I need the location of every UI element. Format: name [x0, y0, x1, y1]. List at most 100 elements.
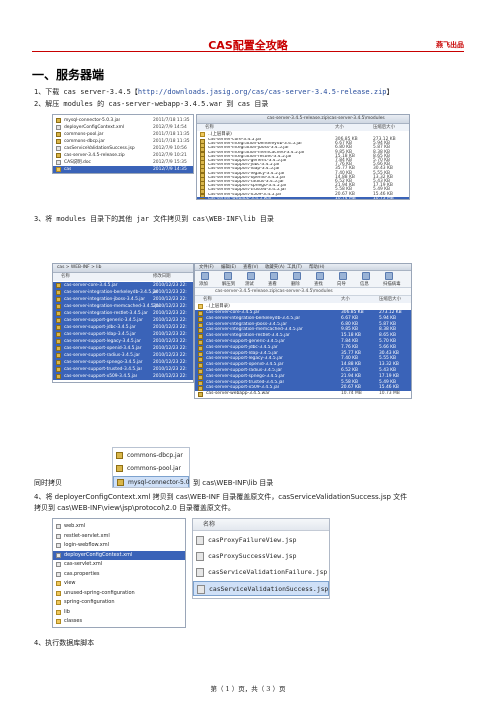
file-row[interactable]: cas-server-support-legacy-3.4.5.jar 2010/… — [53, 338, 193, 345]
tree-item[interactable]: deployerConfigContext.xml — [53, 550, 185, 560]
file-row[interactable]: cas-server-integration-restlet-3.4.5.jar… — [53, 310, 193, 317]
file-row[interactable]: casServiceValidationSuccess.jsp 2012/7/9 … — [53, 145, 193, 152]
up-dir-row[interactable]: ..(上层目录) — [195, 303, 411, 310]
file-row[interactable]: deployerConfigContext.xml 2012/7/9 14:54 — [53, 124, 193, 131]
toolbar-button-icon[interactable] — [339, 272, 347, 280]
jsp-file-row[interactable]: casServiceValidationFailure.jsp — [193, 565, 329, 580]
jsp-file-icon — [196, 552, 204, 561]
file-name: commons-pool.jar — [127, 465, 181, 472]
file-row[interactable]: cas-server-integration-berkeleydb-3.4.5.… — [53, 289, 193, 296]
file-icon — [56, 153, 61, 158]
file-row[interactable]: cas-server-3.4.5-release.zip 2012/7/9 10:… — [53, 152, 193, 159]
jsp-file-icon — [196, 536, 204, 545]
file-date: 2010/12/23 22: — [153, 360, 187, 365]
toolbar-button-icon[interactable] — [247, 272, 255, 280]
file-date: 2012/7/9 10:56 — [153, 146, 187, 151]
menu-item[interactable]: 工具(T) — [287, 264, 302, 270]
file-name: cas-server-support-radius-3.4.5.jar — [64, 353, 141, 358]
file-date: 2010/12/23 22: — [153, 332, 187, 337]
file-name: cas-server-support-spnego-3.4.5.jar — [64, 360, 143, 365]
file-date: 2012/7/9 10:21 — [153, 153, 187, 158]
file-icon — [56, 146, 61, 151]
file-row[interactable]: cas-server-support-trusted-3.4.5.jar 2010… — [53, 366, 193, 373]
file-row[interactable]: cas-server-integration-jboss-3.4.5.jar 20… — [53, 296, 193, 303]
toolbar-button-icon[interactable] — [385, 272, 393, 280]
file-row[interactable]: mysql-connector-5.0.3.jar — [113, 476, 189, 487]
tree-item-label: login-webflow.xml — [64, 542, 109, 548]
jsp-file-row[interactable]: casProxySuccessView.jsp — [193, 549, 329, 564]
file-icon — [56, 543, 61, 548]
file-row[interactable]: cas 2012/7/9 14:35 — [53, 166, 193, 173]
toolbar-button-icon[interactable] — [201, 272, 209, 280]
file-row[interactable]: cas-server-support-jdbc-3.4.5.jar 2010/12… — [53, 324, 193, 331]
toolbar-button-icon[interactable] — [224, 272, 232, 280]
file-row[interactable]: cas-server-support-ldap-3.4.5.jar 2010/12… — [53, 331, 193, 338]
archive-address-bar[interactable]: cas-server-3.4.5-release.zip\cas-server-… — [195, 288, 411, 296]
jsp-list-header: 名称 — [193, 519, 329, 531]
toolbar-button-icon[interactable] — [293, 272, 301, 280]
file-date: 2010/12/23 22: — [153, 311, 187, 316]
file-row[interactable]: cas-server-support-x509-3.4.5.jar 2010/12… — [53, 373, 193, 380]
tree-item[interactable]: cas-servlet.xml — [53, 560, 185, 569]
folder-icon — [56, 609, 61, 615]
tree-item[interactable]: view — [53, 579, 185, 588]
explorer-path: cas > WEB-INF > lib — [57, 265, 102, 270]
file-row[interactable]: cas-server-webapp-3.4.5.war 10.74 MB 10.73… — [195, 391, 411, 398]
file-row[interactable]: cas-server-core-3.4.5.jar 2010/12/23 22: — [53, 282, 193, 289]
jsp-file-icon — [196, 568, 204, 577]
archive-path-bar: cas-server-3.4.5-release.zip\cas-server-… — [197, 115, 409, 124]
file-date: 2010/12/23 22: — [153, 346, 187, 351]
tree-item-label: spring-configuration — [64, 599, 115, 605]
file-row[interactable]: mysql-connector-5.0.3.jar 2011/7/18 11:35 — [53, 117, 193, 124]
jsp-file-row[interactable]: casServiceValidationSuccess.jsp — [193, 581, 329, 596]
file-name: cas-server-webapp-3.4.5.war — [206, 391, 270, 397]
explorer-path-bar: cas > WEB-INF > lib — [53, 264, 193, 273]
section-heading: 一、服务器端 — [32, 68, 105, 82]
file-row[interactable]: cas-server-support-radius-3.4.5.jar 2010/… — [53, 352, 193, 359]
tree-item[interactable]: restlet-servlet.xml — [53, 532, 185, 541]
file-row[interactable]: cas-server-support-generic-3.4.5.jar 2010… — [53, 317, 193, 324]
file-icon — [56, 118, 61, 123]
file-row[interactable]: commons-pool.jar — [113, 463, 189, 475]
file-date: 2011/7/18 11:35 — [153, 132, 190, 137]
tree-item[interactable]: login-webflow.xml — [53, 541, 185, 550]
menu-item[interactable]: 编辑(E) — [221, 264, 236, 270]
file-row[interactable]: cas-server-support-openid-3.4.5.jar 2010/… — [53, 345, 193, 352]
step-2: 2、解压 modules 的 cas-server-webapp-3.4.5.w… — [34, 100, 269, 108]
file-row[interactable]: commons-dbcp.jar 2011/7/18 11:35 — [53, 138, 193, 145]
folder-icon — [56, 581, 61, 586]
menu-item[interactable]: 帮助(H) — [309, 264, 325, 270]
menu-item[interactable]: 收藏夹(A) — [265, 264, 285, 270]
file-row[interactable]: CAS说明.doc 2012/7/9 15:35 — [53, 159, 193, 166]
menu-item[interactable]: 查看(V) — [243, 264, 258, 270]
archive-screenshot-1: cas-server-3.4.5-release.zip\cas-server-… — [196, 114, 410, 200]
menu-item[interactable]: 文件(F) — [199, 264, 214, 270]
file-date: 2011/7/18 11:35 — [153, 118, 190, 123]
col-size: 大小 — [341, 297, 350, 302]
toolbar-button-icon[interactable] — [270, 272, 278, 280]
file-row[interactable]: cas-server-webapp-3.4.5.war 10.74 MB 10.73… — [197, 196, 409, 199]
file-icon — [56, 374, 61, 379]
file-row[interactable]: cas-server-integration-memcached-3.4.5.j… — [53, 303, 193, 310]
jsp-file-row[interactable]: casProxyFailureView.jsp — [193, 533, 329, 548]
file-date: 2010/12/23 22: — [153, 374, 187, 379]
file-name: cas-server-support-trusted-3.4.5.jar — [64, 367, 143, 372]
file-name: cas-server-support-jdbc-3.4.5.jar — [64, 325, 136, 330]
file-name: cas-server-support-openid-3.4.5.jar — [64, 346, 142, 351]
tree-item[interactable]: cas.properties — [53, 570, 185, 579]
file-row[interactable]: cas-server-support-spnego-3.4.5.jar 2010/… — [53, 359, 193, 366]
tree-item[interactable]: web.xml — [53, 522, 185, 531]
file-row[interactable]: commons-dbcp.jar — [113, 450, 189, 462]
file-icon — [198, 392, 203, 398]
file-icon — [56, 332, 61, 337]
toolbar-button-icon[interactable] — [316, 272, 324, 280]
tree-item[interactable]: lib — [53, 608, 185, 617]
download-link[interactable]: http://downloads.jasig.org/cas/cas-serve… — [138, 88, 387, 96]
file-row[interactable]: commons-pool.jar 2011/7/18 11:35 — [53, 131, 193, 138]
toolbar-button-icon[interactable] — [362, 272, 370, 280]
tree-item[interactable]: spring-configuration — [53, 598, 185, 607]
tree-item[interactable]: unused-spring-configuration — [53, 589, 185, 598]
file-size: 10.74 MB — [341, 391, 362, 397]
toolbar: 添加 解压到 测试 查看 删除 查找 向导 信息 扫描病毒 — [195, 271, 411, 288]
tree-item[interactable]: classes — [53, 617, 185, 626]
